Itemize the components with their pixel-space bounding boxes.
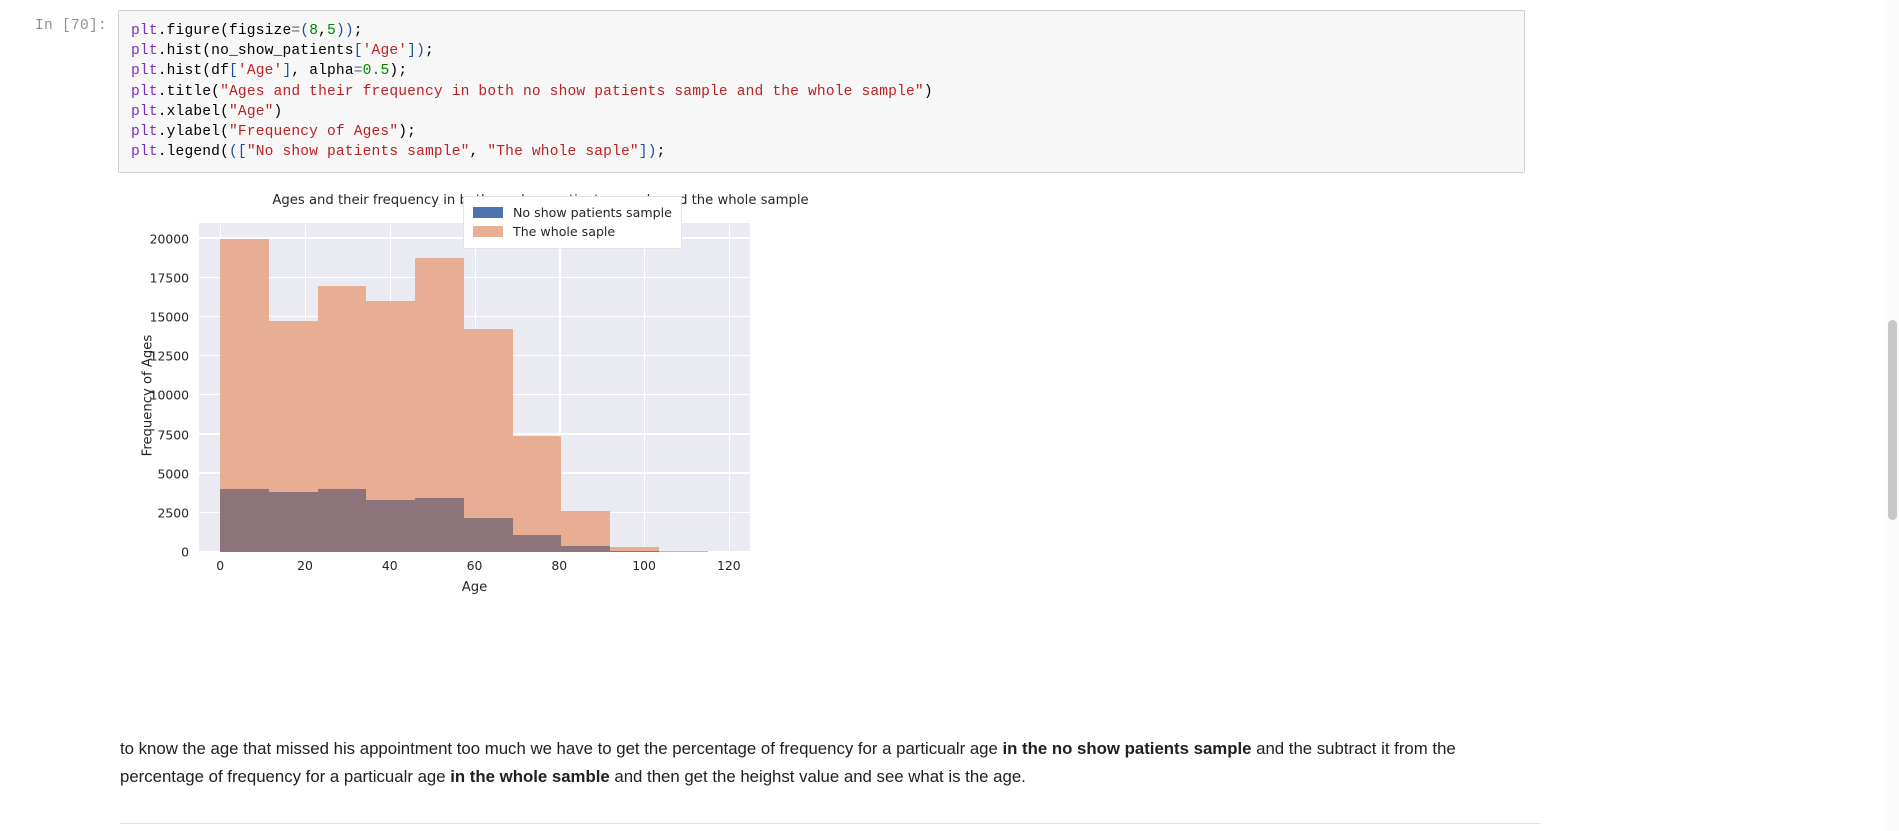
bar-no-show-sample xyxy=(463,517,513,552)
code-input-area[interactable]: plt.figure(figsize=(8,5)); plt.hist(no_s… xyxy=(118,10,1525,174)
x-tick-label: 80 xyxy=(551,558,568,573)
x-tick-label: 60 xyxy=(466,558,483,573)
bar-no-show-sample xyxy=(512,534,562,552)
code-line-4: plt.title("Ages and their frequency in b… xyxy=(131,83,933,100)
bar-no-show-sample xyxy=(366,499,416,552)
gridline-vertical xyxy=(728,223,731,552)
legend-label-whole: The whole saple xyxy=(513,224,616,239)
gridline-vertical xyxy=(644,223,646,552)
x-tick-label: 100 xyxy=(632,558,656,573)
page-scrollbar-thumb[interactable] xyxy=(1888,320,1897,520)
code-line-7: plt.legend((["No show patients sample", … xyxy=(131,144,666,161)
y-tick-label: 20000 xyxy=(149,231,189,247)
plot-area xyxy=(199,223,750,552)
legend-swatch-whole xyxy=(473,226,503,237)
code-editor[interactable]: plt.figure(figsize=(8,5)); plt.hist(no_s… xyxy=(131,21,1524,162)
x-tick-label: 120 xyxy=(716,558,741,573)
legend-item: No show patients sample xyxy=(473,203,672,222)
notebook-cell: In [70]: plt.figure(figsize=(8,5)); plt.… xyxy=(0,0,1899,831)
page-scrollbar[interactable] xyxy=(1884,0,1899,831)
bar-no-show-sample xyxy=(561,546,611,552)
markdown-text-part1: to know the age that missed his appointm… xyxy=(120,739,1003,758)
matplotlib-figure: Ages and their frequency in both no show… xyxy=(118,190,908,615)
legend-item: The whole saple xyxy=(473,222,672,241)
cell-output-figure: Ages and their frequency in both no show… xyxy=(118,190,908,615)
code-line-1: plt.figure(figsize=(8,5)); xyxy=(131,23,363,39)
legend-swatch-no-show xyxy=(473,207,503,218)
x-tick-label: 20 xyxy=(297,558,313,573)
code-line-2: plt.hist(no_show_patients['Age']); xyxy=(131,43,434,60)
x-tick-label: 0 xyxy=(216,558,225,573)
cell-divider xyxy=(120,823,1540,824)
x-tick-label: 40 xyxy=(381,558,398,573)
markdown-text-part3: and then get the heighst value and see w… xyxy=(609,767,1026,786)
code-cell-row: In [70]: plt.figure(figsize=(8,5)); plt.… xyxy=(0,0,1899,174)
code-line-6: plt.ylabel("Frequency of Ages"); xyxy=(131,124,417,141)
code-line-5: plt.xlabel("Age") xyxy=(131,103,283,120)
bar-no-show-sample xyxy=(220,489,269,552)
bar-no-show-sample xyxy=(268,491,318,552)
bar-no-show-sample xyxy=(415,497,464,552)
y-tick-label: 0 xyxy=(181,544,189,560)
execution-count-prompt: In [70]: xyxy=(34,18,107,34)
code-line-3: plt.hist(df['Age'], alpha=0.5); xyxy=(131,63,408,80)
legend-label-no-show: No show patients sample xyxy=(513,205,672,220)
markdown-bold-no-show: in the no show patients sample xyxy=(1002,739,1252,758)
y-axis-label: Frequency of Ages xyxy=(140,334,156,457)
bar-no-show-sample xyxy=(317,488,367,552)
markdown-cell[interactable]: to know the age that missed his appointm… xyxy=(120,735,1520,791)
chart-legend: No show patients sample The whole saple xyxy=(463,196,682,249)
x-axis-label: Age xyxy=(461,580,488,595)
markdown-bold-whole: in the whole samble xyxy=(450,767,610,786)
bar-no-show-sample xyxy=(610,551,659,552)
